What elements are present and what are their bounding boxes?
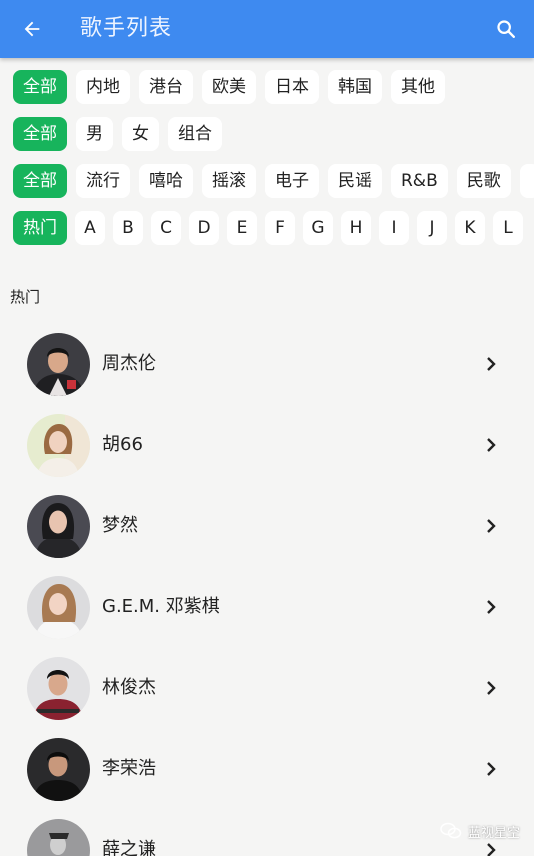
avatar (27, 738, 90, 801)
avatar (27, 333, 90, 396)
genre-chip-pop[interactable]: 流行 (76, 164, 130, 198)
gender-chip-male[interactable]: 男 (76, 117, 113, 151)
singer-name: G.E.M. 邓紫棋 (102, 596, 220, 617)
arrow-left-icon (24, 21, 40, 37)
chevron-right-icon (487, 519, 496, 533)
singer-name: 薛之谦 (102, 839, 156, 856)
genre-chip-more[interactable] (519, 164, 534, 198)
watermark: 蓝视星空 (440, 820, 520, 842)
avatar (27, 657, 90, 720)
index-chip-l[interactable]: L (493, 211, 523, 245)
index-chip-a[interactable]: A (75, 211, 105, 245)
singer-row[interactable]: 林俊杰 (0, 648, 534, 729)
avatar (27, 414, 90, 477)
avatar (27, 495, 90, 558)
region-chip-other[interactable]: 其他 (391, 70, 445, 104)
region-chip-hk-tw[interactable]: 港台 (139, 70, 193, 104)
singer-row[interactable]: 李荣浩 (0, 729, 534, 810)
index-chip-h[interactable]: H (341, 211, 371, 245)
index-chip-e[interactable]: E (227, 211, 257, 245)
genre-chip-folk[interactable]: 民谣 (328, 164, 382, 198)
singer-name: 周杰伦 (102, 353, 156, 374)
avatar (27, 576, 90, 639)
index-chip-j[interactable]: J (417, 211, 447, 245)
singer-name: 胡66 (102, 434, 143, 455)
search-icon (497, 20, 515, 38)
gender-chip-all[interactable]: 全部 (13, 117, 67, 151)
genre-chip-electronic[interactable]: 电子 (265, 164, 319, 198)
gender-chip-female[interactable]: 女 (122, 117, 159, 151)
singer-row[interactable]: 梦然 (0, 486, 534, 567)
index-chip-g[interactable]: G (303, 211, 333, 245)
chevron-right-icon (487, 438, 496, 452)
back-button[interactable] (16, 13, 48, 45)
singer-row[interactable]: G.E.M. 邓紫棋 (0, 567, 534, 648)
search-button[interactable] (490, 13, 522, 45)
index-filter-row: 热门 A B C D E F G H I J K L (13, 211, 534, 245)
singer-row[interactable]: 周杰伦 (0, 324, 534, 405)
chevron-right-icon (487, 843, 496, 856)
avatar (27, 819, 90, 856)
singer-name: 林俊杰 (102, 677, 156, 698)
genre-chip-folk-song[interactable]: 民歌 (456, 164, 511, 198)
genre-chip-hiphop[interactable]: 嘻哈 (139, 164, 193, 198)
region-chip-mainland[interactable]: 内地 (76, 70, 130, 104)
chevron-right-icon (487, 681, 496, 695)
index-chip-b[interactable]: B (113, 211, 143, 245)
page-title: 歌手列表 (80, 16, 173, 41)
genre-chip-rnb[interactable]: R&B (391, 164, 448, 198)
index-chip-c[interactable]: C (151, 211, 181, 245)
region-chip-japan[interactable]: 日本 (265, 70, 319, 104)
singer-row[interactable]: 胡66 (0, 405, 534, 486)
region-chip-all[interactable]: 全部 (13, 70, 67, 104)
region-filter-row: 全部 内地 港台 欧美 日本 韩国 其他 (13, 70, 534, 104)
gender-chip-group[interactable]: 组合 (168, 117, 222, 151)
genre-filter-row: 全部 流行 嘻哈 摇滚 电子 民谣 R&B 民歌 (13, 164, 534, 198)
singer-name: 梦然 (102, 515, 138, 536)
watermark-text: 蓝视星空 (467, 825, 520, 841)
index-chip-f[interactable]: F (265, 211, 295, 245)
region-chip-korea[interactable]: 韩国 (328, 70, 382, 104)
app-bar: 歌手列表 (0, 0, 534, 58)
singer-name: 李荣浩 (102, 758, 156, 779)
gender-filter-row: 全部 男 女 组合 (13, 117, 534, 151)
index-chip-i[interactable]: I (379, 211, 409, 245)
region-chip-western[interactable]: 欧美 (202, 70, 256, 104)
wechat-icon (440, 822, 462, 839)
chevron-right-icon (487, 357, 496, 371)
index-chip-d[interactable]: D (189, 211, 219, 245)
index-chip-hot[interactable]: 热门 (13, 211, 67, 245)
genre-chip-all[interactable]: 全部 (13, 164, 67, 198)
genre-chip-rock[interactable]: 摇滚 (202, 164, 256, 198)
index-chip-k[interactable]: K (455, 211, 485, 245)
chevron-right-icon (487, 600, 496, 614)
section-title: 热门 (10, 288, 41, 306)
chevron-right-icon (487, 762, 496, 776)
